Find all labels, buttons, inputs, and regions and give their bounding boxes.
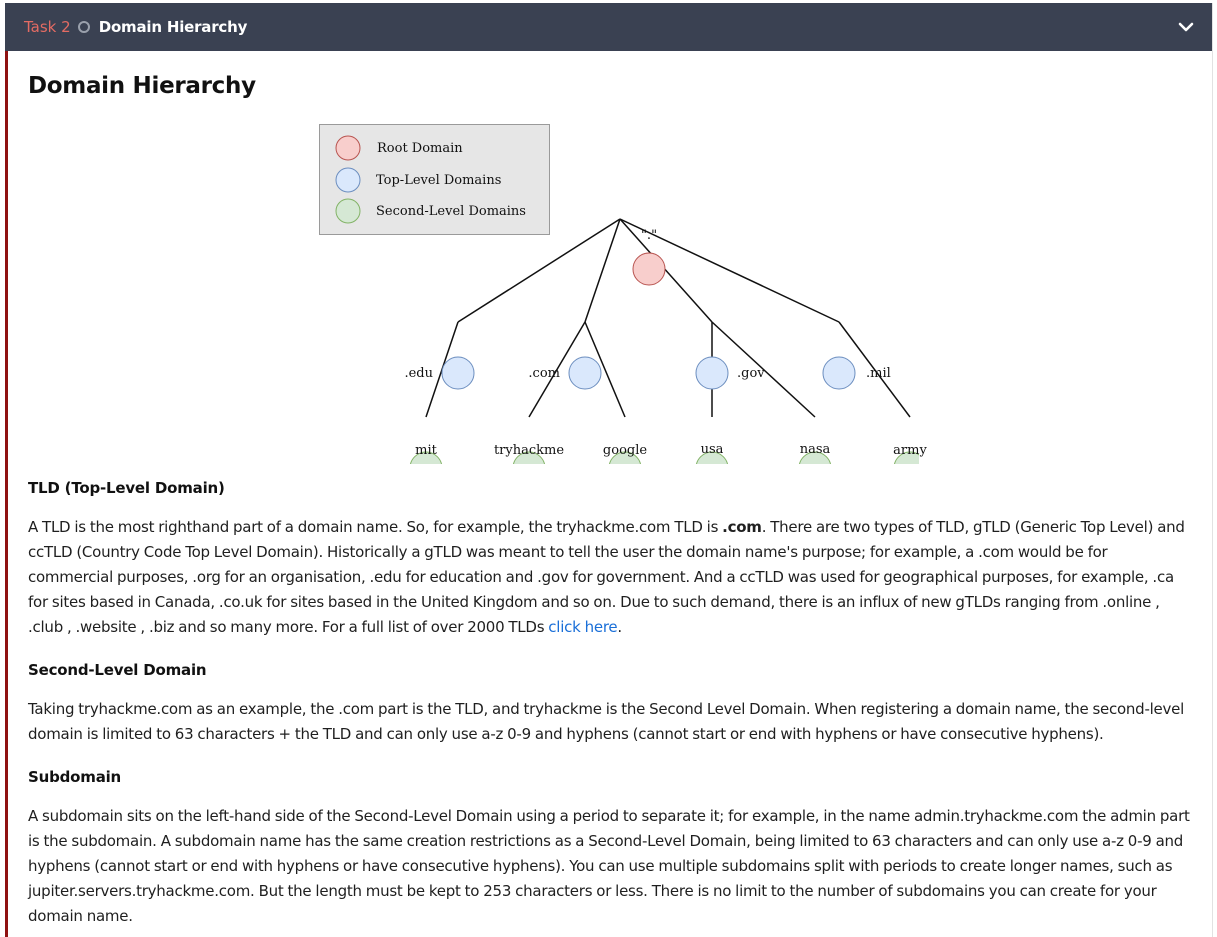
sld-label-mit: mit (415, 443, 437, 458)
tld-node-edu (441, 356, 475, 390)
legend-sld-swatch (335, 198, 361, 224)
tld-label-edu: .edu (404, 366, 433, 381)
tld-paragraph: A TLD is the most righthand part of a do… (28, 515, 1194, 640)
chevron-down-icon[interactable] (1176, 17, 1196, 37)
domain-hierarchy-diagram: Root Domain Top-Level Domains Second-Lev… (319, 124, 919, 464)
tld-bold-com: .com (722, 518, 762, 536)
subdomain-heading: Subdomain (28, 768, 122, 786)
subdomain-paragraph: A subdomain sits on the left-hand side o… (28, 807, 1190, 925)
tld-label-com: .com (528, 366, 560, 381)
sld-label-nasa: nasa (800, 442, 831, 457)
sld-label-army: army (893, 443, 927, 458)
task-title: Domain Hierarchy (98, 18, 248, 36)
tld-node-gov (695, 356, 729, 390)
sld-label-google: google (603, 443, 647, 458)
incomplete-status-icon (77, 21, 90, 33)
legend-tld-label: Top-Level Domains (376, 173, 501, 188)
sld-label-tryhackme: tryhackme (494, 443, 564, 458)
tld-list-link[interactable]: click here (548, 618, 617, 636)
task-card: Task 2 Domain Hierarchy Domain Hierarchy… (5, 3, 1213, 937)
tld-heading: TLD (Top-Level Domain) (28, 479, 225, 497)
legend-root-label: Root Domain (377, 141, 463, 156)
sld-labels: mit tryhackme google usa nasa army (415, 442, 927, 458)
sld-heading: Second-Level Domain (28, 661, 207, 679)
edge-root-com (584, 218, 621, 323)
legend-sld-label: Second-Level Domains (376, 204, 526, 219)
sld-label-usa: usa (701, 442, 724, 457)
tld-node-mil (822, 356, 856, 390)
tld-node-com (568, 356, 602, 390)
task-body: Domain Hierarchy Root Domain Top-Level D… (5, 51, 1212, 937)
root-node (632, 252, 666, 286)
sld-paragraph: Taking tryhackme.com as an example, the … (28, 700, 1185, 743)
tld-label-mil: .mil (866, 366, 891, 381)
legend-root-swatch (335, 135, 361, 161)
tld-text-1: A TLD is the most righthand part of a do… (28, 518, 723, 536)
legend-tld-swatch (335, 167, 361, 193)
tld-text-end: . (617, 618, 622, 636)
page-title: Domain Hierarchy (28, 73, 256, 99)
root-label: "." (641, 228, 657, 243)
task-header[interactable]: Task 2 Domain Hierarchy (5, 3, 1212, 51)
task-number: Task 2 (24, 18, 71, 36)
tld-label-gov: .gov (737, 366, 765, 381)
